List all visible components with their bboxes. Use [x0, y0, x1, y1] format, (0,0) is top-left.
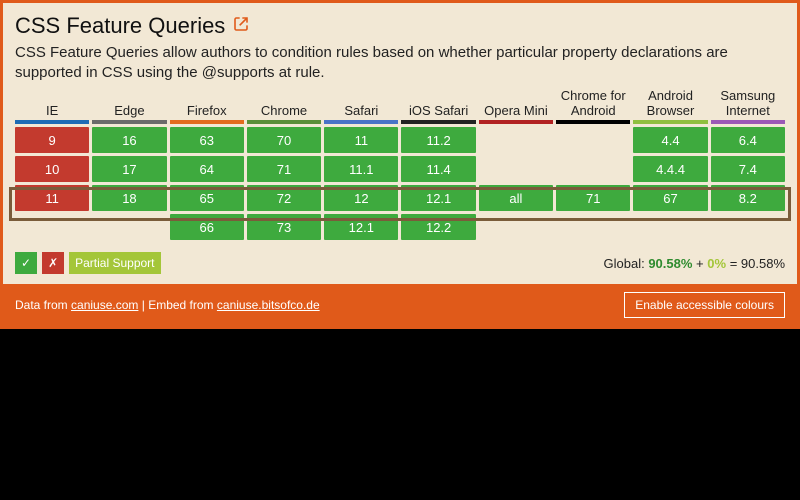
embed-source-link[interactable]: caniuse.bitsofco.de: [217, 298, 320, 312]
footer-mid: | Embed from: [142, 298, 214, 312]
version-cell: 11.1: [324, 156, 398, 182]
legend-supported: ✓: [15, 252, 37, 274]
browser-header: Samsung Internet: [711, 90, 785, 124]
browser-column-ios_safari: iOS Safari 11.2 11.4 12.1 12.2: [401, 90, 475, 240]
version-cell: 16: [92, 127, 166, 153]
version-cell-empty: [556, 214, 630, 240]
version-cell: 11: [15, 185, 89, 211]
global-partial-pct: 0%: [707, 256, 726, 271]
version-cell-empty: [711, 214, 785, 240]
version-cell: 4.4: [633, 127, 707, 153]
version-cell-empty: [479, 156, 553, 182]
browser-column-samsung_internet: Samsung Internet 6.4 7.4 8.2: [711, 90, 785, 240]
version-cell: 12.1: [401, 185, 475, 211]
version-cell: 9: [15, 127, 89, 153]
browser-header: Firefox: [170, 90, 244, 124]
browser-column-chrome: Chrome 70 71 72 73: [247, 90, 321, 240]
version-cell-empty: [479, 127, 553, 153]
version-cell: 66: [170, 214, 244, 240]
version-cell: all: [479, 185, 553, 211]
global-plus: +: [696, 256, 707, 271]
version-cell: 12.2: [401, 214, 475, 240]
external-link-icon[interactable]: [233, 16, 249, 37]
legend: ✓ ✗ Partial Support: [15, 252, 161, 274]
version-cell: 18: [92, 185, 166, 211]
browser-column-ie: IE 9 10 11: [15, 90, 89, 240]
browser-header: Chrome: [247, 90, 321, 124]
version-cell: 6.4: [711, 127, 785, 153]
browser-header: iOS Safari: [401, 90, 475, 124]
version-cell: 12.1: [324, 214, 398, 240]
version-cell-empty: [92, 214, 166, 240]
version-cell-empty: [633, 214, 707, 240]
browser-column-safari: Safari 11 11.1 12 12.1: [324, 90, 398, 240]
version-cell: 10: [15, 156, 89, 182]
feature-title[interactable]: CSS Feature Queries: [15, 13, 225, 39]
legend-not-supported: ✗: [42, 252, 64, 274]
version-cell: 71: [247, 156, 321, 182]
browser-header: IE: [15, 90, 89, 124]
version-cell: 12: [324, 185, 398, 211]
browser-column-firefox: Firefox 63 64 65 66: [170, 90, 244, 240]
version-cell-empty: [556, 127, 630, 153]
browser-column-edge: Edge 16 17 18: [92, 90, 166, 240]
browser-column-opera_mini: Opera Mini all: [479, 90, 553, 240]
version-cell: 65: [170, 185, 244, 211]
browser-header: Chrome for Android: [556, 90, 630, 124]
caniuse-embed-card: CSS Feature Queries CSS Feature Queries …: [0, 0, 800, 329]
version-cell-empty: [15, 214, 89, 240]
browser-header: Edge: [92, 90, 166, 124]
footer-bar: Data from caniuse.com | Embed from caniu…: [3, 284, 797, 326]
footer-attribution: Data from caniuse.com | Embed from caniu…: [15, 298, 320, 312]
feature-description: CSS Feature Queries allow authors to con…: [15, 43, 785, 82]
version-cell: 70: [247, 127, 321, 153]
version-cell-empty: [479, 214, 553, 240]
browser-column-android_browser: Android Browser 4.4 4.4.4 67: [633, 90, 707, 240]
global-total-pct: 90.58%: [741, 256, 785, 271]
global-equals: =: [730, 256, 741, 271]
browser-column-chrome_android: Chrome for Android 71: [556, 90, 630, 240]
version-cell: 72: [247, 185, 321, 211]
version-cell-empty: [556, 156, 630, 182]
support-table: IE 9 10 11 Edge 16 17 18 Firefox 63 64 65 66 Chrome 70…: [15, 90, 785, 240]
global-label: Global:: [604, 256, 645, 271]
global-supported-pct: 90.58%: [648, 256, 692, 271]
version-cell: 71: [556, 185, 630, 211]
version-cell: 8.2: [711, 185, 785, 211]
version-cell: 7.4: [711, 156, 785, 182]
browser-header: Android Browser: [633, 90, 707, 124]
version-cell: 4.4.4: [633, 156, 707, 182]
browser-header: Safari: [324, 90, 398, 124]
version-cell: 73: [247, 214, 321, 240]
version-cell: 11: [324, 127, 398, 153]
enable-accessible-colours-button[interactable]: Enable accessible colours: [624, 292, 785, 318]
global-usage: Global: 90.58% + 0% = 90.58%: [604, 256, 786, 271]
version-cell: 11.4: [401, 156, 475, 182]
version-cell: 63: [170, 127, 244, 153]
legend-partial: Partial Support: [69, 252, 160, 274]
version-cell: 64: [170, 156, 244, 182]
version-cell: 11.2: [401, 127, 475, 153]
version-cell: 17: [92, 156, 166, 182]
browser-header: Opera Mini: [479, 90, 553, 124]
caniuse-link[interactable]: caniuse.com: [71, 298, 138, 312]
footer-prefix: Data from: [15, 298, 68, 312]
version-cell: 67: [633, 185, 707, 211]
